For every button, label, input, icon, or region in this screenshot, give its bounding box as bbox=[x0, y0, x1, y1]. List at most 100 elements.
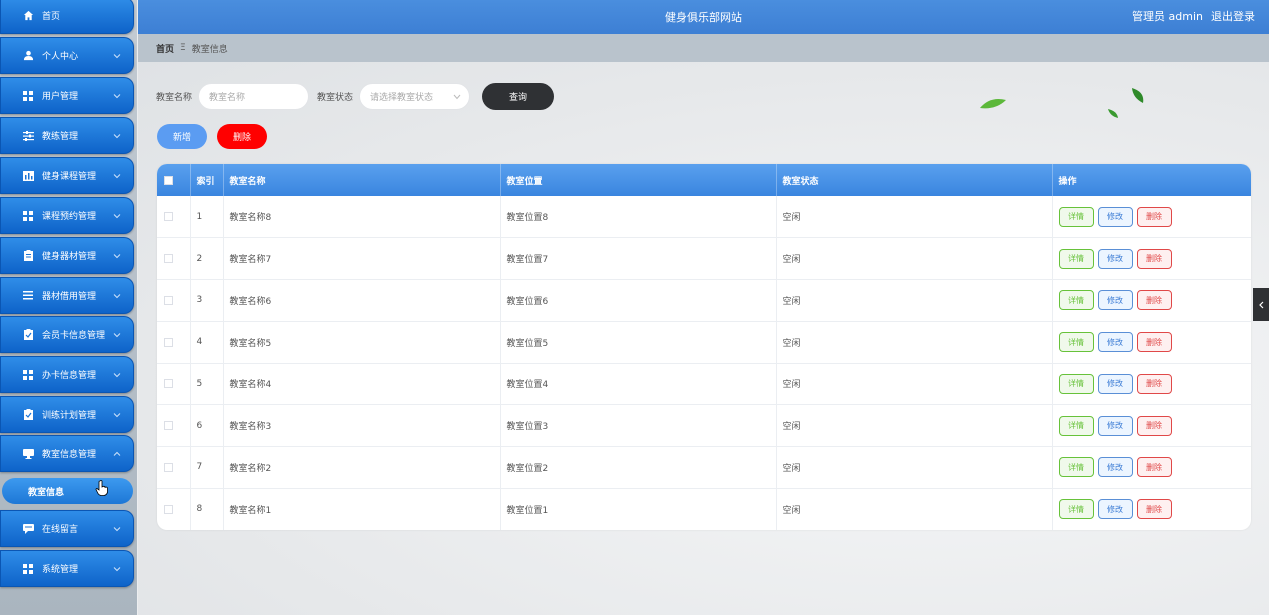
edit-button[interactable]: 修改 bbox=[1097, 415, 1133, 436]
row-name: 教室名称7 bbox=[223, 237, 501, 280]
column-header-status: 教室状态 bbox=[776, 164, 1053, 196]
chevron-down-icon bbox=[113, 53, 121, 58]
row-name: 教室名称4 bbox=[223, 363, 501, 405]
table-header-row: 索引 教室名称 教室位置 教室状态 操作 bbox=[157, 164, 1251, 196]
detail-button[interactable]: 详情 bbox=[1058, 332, 1094, 353]
detail-button[interactable]: 详情 bbox=[1058, 373, 1094, 394]
delete-button[interactable]: 删除 bbox=[1136, 373, 1172, 394]
grid-icon bbox=[21, 562, 35, 576]
edit-button[interactable]: 修改 bbox=[1097, 499, 1133, 520]
table-row: 2 教室名称7 教室位置7 空闲 详情 修改 删除 bbox=[157, 237, 1251, 280]
select-all-checkbox[interactable] bbox=[164, 175, 173, 185]
row-index: 8 bbox=[190, 488, 224, 530]
sidebar-item-membership-cards[interactable]: 会员卡信息管理 bbox=[0, 316, 134, 353]
sidebar-item-home[interactable]: 首页 bbox=[0, 0, 134, 34]
row-checkbox[interactable] bbox=[164, 212, 173, 222]
list-icon bbox=[21, 289, 35, 303]
table-row: 1 教室名称8 教室位置8 空闲 详情 修改 删除 bbox=[157, 196, 1251, 238]
sidebar-item-training-plans[interactable]: 训练计划管理 bbox=[0, 396, 134, 433]
edit-button[interactable]: 修改 bbox=[1097, 457, 1133, 478]
classroom-status-select[interactable]: 请选择教室状态 bbox=[359, 83, 471, 110]
detail-button[interactable]: 详情 bbox=[1058, 290, 1094, 311]
monitor-icon bbox=[21, 447, 35, 461]
row-location: 教室位置2 bbox=[500, 446, 777, 489]
sidebar-item-label: 会员卡信息管理 bbox=[42, 331, 106, 341]
bar-chart-icon bbox=[21, 169, 35, 183]
sidebar-item-card-applications[interactable]: 办卡信息管理 bbox=[0, 356, 134, 393]
edit-button[interactable]: 修改 bbox=[1097, 373, 1133, 394]
row-index: 2 bbox=[190, 237, 224, 280]
delete-button[interactable]: 删除 bbox=[1136, 206, 1172, 227]
sidebar-item-label: 首页 bbox=[42, 12, 61, 22]
leaf-decoration-icon bbox=[1108, 109, 1118, 118]
delete-button[interactable]: 删除 bbox=[1136, 499, 1172, 520]
detail-button[interactable]: 详情 bbox=[1058, 499, 1094, 520]
row-location: 教室位置7 bbox=[500, 237, 777, 280]
detail-button[interactable]: 详情 bbox=[1058, 206, 1094, 227]
row-checkbox[interactable] bbox=[164, 295, 173, 305]
breadcrumb-home[interactable]: 首页 bbox=[156, 42, 174, 55]
sidebar-item-messages[interactable]: 在线留言 bbox=[0, 510, 134, 547]
detail-button[interactable]: 详情 bbox=[1058, 457, 1094, 478]
column-header-actions: 操作 bbox=[1058, 176, 1077, 187]
row-checkbox[interactable] bbox=[164, 421, 173, 431]
sidebar-item-coaches[interactable]: 教练管理 bbox=[0, 117, 134, 154]
breadcrumb-separator: Ξ bbox=[180, 43, 186, 53]
detail-button[interactable]: 详情 bbox=[1058, 248, 1094, 269]
delete-button[interactable]: 删除 bbox=[1136, 332, 1172, 353]
delete-button[interactable]: 删除 bbox=[1136, 290, 1172, 311]
sidebar-item-personal[interactable]: 个人中心 bbox=[0, 37, 134, 74]
edit-button[interactable]: 修改 bbox=[1097, 248, 1133, 269]
bulk-delete-button[interactable]: 删除 bbox=[217, 124, 267, 149]
sidebar-subitem-classroom-info[interactable]: 教室信息 bbox=[2, 478, 133, 504]
grid-icon bbox=[21, 89, 35, 103]
edit-button[interactable]: 修改 bbox=[1097, 290, 1133, 311]
row-index: 5 bbox=[190, 363, 224, 405]
leaf-decoration-icon bbox=[1132, 88, 1144, 103]
search-bar: 教室名称 教室名称 教室状态 请选择教室状态 查询 bbox=[156, 83, 555, 110]
sidebar-item-label: 办卡信息管理 bbox=[42, 371, 97, 381]
row-checkbox[interactable] bbox=[164, 504, 173, 514]
delete-button[interactable]: 删除 bbox=[1136, 248, 1172, 269]
sidebar-item-system[interactable]: 系统管理 bbox=[0, 550, 134, 587]
collapse-panel-toggle[interactable] bbox=[1253, 288, 1269, 321]
row-location: 教室位置8 bbox=[500, 196, 777, 238]
breadcrumb-current: 教室信息 bbox=[191, 44, 228, 55]
sidebar-item-classrooms[interactable]: 教室信息管理 bbox=[0, 435, 134, 472]
row-checkbox[interactable] bbox=[164, 254, 173, 264]
chevron-down-icon bbox=[113, 412, 121, 417]
row-status: 空闲 bbox=[776, 363, 1053, 405]
add-button[interactable]: 新增 bbox=[157, 124, 207, 149]
sidebar-item-equipment[interactable]: 健身器材管理 bbox=[0, 237, 134, 274]
row-checkbox[interactable] bbox=[164, 462, 173, 472]
chevron-down-icon bbox=[113, 332, 121, 337]
detail-button[interactable]: 详情 bbox=[1058, 415, 1094, 436]
edit-button[interactable]: 修改 bbox=[1097, 206, 1133, 227]
edit-button[interactable]: 修改 bbox=[1097, 332, 1133, 353]
clipboard-icon bbox=[21, 249, 35, 263]
table-row: 7 教室名称2 教室位置2 空闲 详情 修改 删除 bbox=[157, 446, 1251, 489]
chevron-up-icon bbox=[113, 451, 121, 456]
row-name: 教室名称8 bbox=[223, 196, 501, 238]
sidebar-item-bookings[interactable]: 课程预约管理 bbox=[0, 197, 134, 234]
query-button[interactable]: 查询 bbox=[482, 83, 555, 110]
user-area: 管理员 admin 退出登录 bbox=[1132, 8, 1255, 24]
row-location: 教室位置4 bbox=[500, 363, 777, 405]
hand-cursor-icon bbox=[95, 480, 108, 496]
delete-button[interactable]: 删除 bbox=[1136, 415, 1172, 436]
row-checkbox[interactable] bbox=[164, 337, 173, 347]
classroom-status-label: 教室状态 bbox=[317, 93, 354, 103]
classroom-name-input[interactable]: 教室名称 bbox=[198, 83, 310, 110]
row-checkbox[interactable] bbox=[164, 379, 173, 389]
sidebar-item-borrowing[interactable]: 器材借用管理 bbox=[0, 277, 134, 314]
delete-button[interactable]: 删除 bbox=[1136, 457, 1172, 478]
row-status: 空闲 bbox=[776, 446, 1053, 489]
logout-link[interactable]: 退出登录 bbox=[1211, 8, 1255, 24]
grid-icon bbox=[21, 368, 35, 382]
sidebar: 首页 个人中心 用户管理 教练管理 健身课程管理 课程预约管理 健身器材管理 器… bbox=[0, 0, 137, 615]
table-row: 6 教室名称3 教室位置3 空闲 详情 修改 删除 bbox=[157, 404, 1251, 447]
sidebar-item-courses[interactable]: 健身课程管理 bbox=[0, 157, 134, 194]
chevron-down-icon bbox=[113, 372, 121, 377]
sidebar-item-users[interactable]: 用户管理 bbox=[0, 77, 134, 114]
chevron-down-icon bbox=[113, 213, 121, 218]
